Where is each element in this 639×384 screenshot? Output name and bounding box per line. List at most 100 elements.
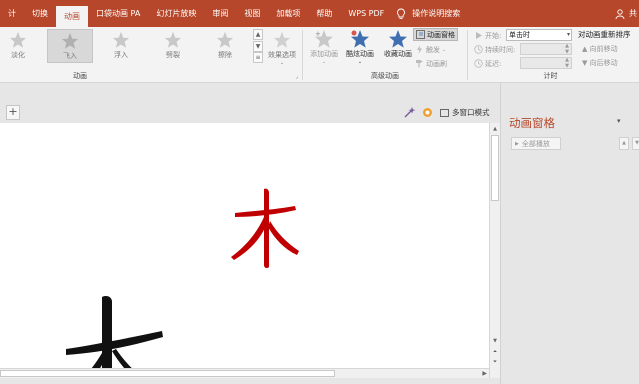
collect-star-icon [389, 30, 407, 48]
svg-text:+: + [315, 30, 321, 38]
clock-icon [474, 45, 483, 54]
effect-split[interactable]: 劈裂 [150, 29, 196, 63]
gallery-more-button[interactable]: ≡ [253, 52, 263, 63]
move-earlier-button[interactable]: ▲ 向前移动 [582, 44, 618, 54]
animation-group: 淡化 飞入 浮入 劈裂 擦除 ▲ ▼ ≡ 效果选项 ⌄ 动画 ⌟ [0, 27, 302, 83]
play-icon [476, 32, 482, 39]
move-later-label: 向后移动 [589, 59, 618, 67]
duration-label: 持续时间: [485, 45, 516, 54]
start-value: 单击时 [509, 31, 530, 39]
star-icon [112, 31, 130, 48]
effect-options-icon [273, 31, 291, 48]
scroll-down-icon[interactable]: ▼ [491, 337, 499, 345]
play-icon: ▶ [515, 140, 519, 147]
tab-pocket-animation[interactable]: 口袋动画 PA [88, 0, 148, 27]
star-icon [9, 31, 27, 48]
gallery-down-button[interactable]: ▼ [253, 40, 263, 52]
delay-label: 延迟: [485, 59, 502, 68]
dialog-launcher-icon[interactable]: ⌟ [295, 73, 298, 80]
gallery-up-button[interactable]: ▲ [253, 29, 263, 40]
pane-icon [416, 30, 425, 39]
tab-slideshow[interactable]: 幻灯片放映 [148, 0, 204, 27]
share-button[interactable]: 共 [615, 0, 639, 27]
delay-row: 延迟: [474, 57, 501, 70]
trigger-button[interactable]: 触发 ⌄ [415, 43, 446, 56]
tab-view[interactable]: 视图 [236, 0, 268, 27]
effect-fade-label: 淡化 [11, 51, 25, 59]
lightbulb-icon [397, 8, 406, 19]
arrow-up-icon: ▲ [582, 45, 588, 53]
trigger-label: 触发 [426, 45, 440, 54]
move-up-icon[interactable]: ▲ [619, 137, 629, 150]
move-later-button[interactable]: ▼ 向后移动 [582, 58, 618, 68]
window-tabstrip: + 多窗口模式 [0, 105, 500, 121]
magic-wand-icon[interactable] [403, 106, 416, 119]
tab-addins[interactable]: 加载项 [268, 0, 308, 27]
advanced-animation-group-label: 高级动画 [371, 72, 399, 80]
vertical-scrollbar[interactable]: ▲ ▼ ⏶ ⏷ [489, 123, 500, 378]
effect-wipe[interactable]: 擦除 [202, 29, 248, 63]
horizontal-scrollbar[interactable]: ▶ [0, 368, 489, 378]
effect-float-in[interactable]: 浮入 [98, 29, 144, 63]
animation-group-label: 动画 [73, 72, 87, 80]
multi-window-button[interactable]: 多窗口模式 [440, 105, 490, 120]
move-down-icon[interactable]: ▼ [632, 137, 639, 150]
vertical-scroll-thumb[interactable] [491, 135, 499, 201]
animation-pane: 动画窗格 ▾ ▶ 全部播放 ▲ ▼ [500, 83, 639, 384]
duration-row: 持续时间: [474, 43, 515, 56]
tell-me-label: 操作说明搜索 [412, 9, 461, 18]
star-icon [61, 32, 79, 49]
effect-fly-in-label: 飞入 [63, 52, 77, 60]
gear-icon[interactable] [421, 106, 434, 119]
brush-icon [416, 60, 423, 68]
slide-canvas[interactable]: 木 木 [0, 123, 489, 368]
animation-painter-button[interactable]: 动画刷 [415, 57, 447, 70]
tab-help[interactable]: 帮助 [308, 0, 340, 27]
previous-slide-icon[interactable]: ⏶ [490, 348, 500, 357]
tab-transitions[interactable]: 切换 [24, 0, 56, 27]
next-slide-icon[interactable]: ⏷ [490, 358, 500, 367]
horizontal-scroll-thumb[interactable] [0, 370, 335, 377]
tab-animations[interactable]: 动画 [56, 6, 88, 27]
delay-spinner[interactable]: ▲ ▼ [562, 57, 572, 69]
scroll-right-icon[interactable]: ▶ [482, 369, 487, 378]
tab-design[interactable]: 计 [0, 0, 24, 27]
arrow-down-icon: ▼ [582, 59, 588, 67]
red-calligraphy-glyph[interactable] [229, 187, 301, 269]
ribbon-tabs: 计 切换 动画 口袋动画 PA 幻灯片放映 审阅 视图 加载项 帮助 WPS P… [0, 0, 392, 27]
start-select[interactable]: 单击时 ▾ [506, 29, 572, 41]
lightning-icon [417, 45, 422, 54]
chevron-down-icon: ⌄ [357, 59, 363, 65]
animation-pane-toggle[interactable]: 动画窗格 [413, 28, 458, 41]
cool-animation-label: 酷炫动画 [346, 50, 374, 58]
tab-wps-pdf[interactable]: WPS PDF [340, 0, 392, 27]
add-tab-button[interactable]: + [6, 105, 20, 120]
pane-options-icon[interactable]: ▾ [617, 117, 621, 125]
effect-fly-in[interactable]: 飞入 [47, 29, 93, 63]
play-all-button[interactable]: ▶ 全部播放 [511, 137, 561, 150]
clock-icon [474, 59, 483, 68]
black-calligraphy-glyph[interactable] [62, 295, 164, 368]
tell-me-search[interactable]: 操作说明搜索 [392, 8, 460, 20]
ribbon: 淡化 飞入 浮入 劈裂 擦除 ▲ ▼ ≡ 效果选项 ⌄ 动画 ⌟ + 添加动画 … [0, 27, 639, 83]
move-earlier-label: 向前移动 [589, 45, 618, 53]
duration-spinner[interactable]: ▲ ▼ [562, 43, 572, 55]
effect-options-label: 效果选项 [268, 51, 296, 59]
powerpoint-window: 计 切换 动画 口袋动画 PA 幻灯片放映 审阅 视图 加载项 帮助 WPS P… [0, 0, 639, 384]
chevron-down-icon: ⌄ [321, 59, 327, 65]
effect-wipe-label: 擦除 [218, 51, 232, 59]
star-icon [164, 31, 182, 48]
user-icon [615, 8, 625, 19]
animation-painter-label: 动画刷 [426, 59, 447, 68]
tab-review[interactable]: 审阅 [204, 0, 236, 27]
effect-fade[interactable]: 淡化 [0, 29, 41, 63]
scroll-up-icon[interactable]: ▲ [491, 125, 499, 133]
cool-star-icon [351, 30, 369, 48]
effect-split-label: 劈裂 [166, 51, 180, 59]
advanced-animation-group: + 添加动画 ⌄ 酷炫动画 ⌄ 收藏动画 动画窗格 触发 ⌄ 动画刷 高级动画 [303, 27, 467, 83]
window-icon [440, 108, 449, 117]
reorder-title: 对动画重新排序 [578, 30, 631, 39]
effect-options-button[interactable]: 效果选项 ⌄ [265, 29, 299, 77]
chevron-down-icon: ⌄ [279, 60, 285, 66]
timing-group: 开始: 单击时 ▾ 持续时间: ▲ ▼ 延迟: ▲ ▼ 对动画重新排序 ▲ 向前移动 [468, 27, 639, 83]
